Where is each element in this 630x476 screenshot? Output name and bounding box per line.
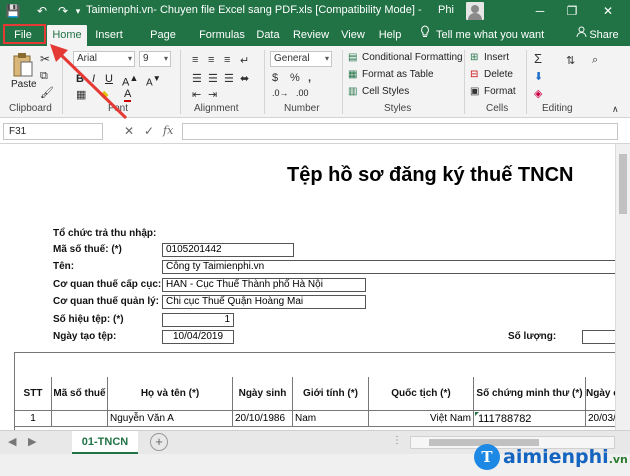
taimienphi-watermark: T aimienphi.vn [474, 438, 630, 476]
watermark-text: aimienphi.vn [503, 446, 628, 468]
annotation-arrow-icon [50, 44, 128, 120]
watermark-logo-icon: T [474, 444, 500, 470]
